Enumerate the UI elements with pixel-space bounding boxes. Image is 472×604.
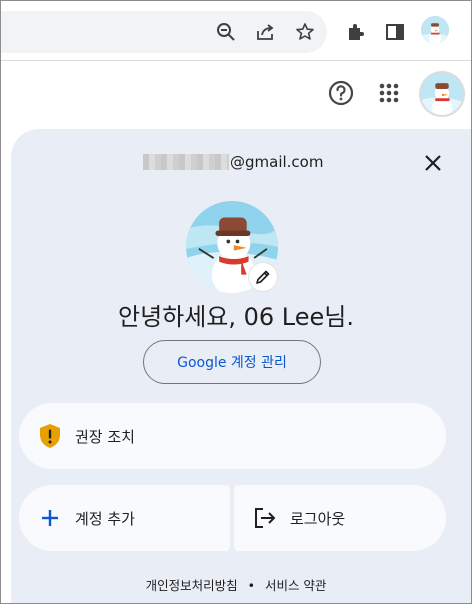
edit-photo-icon[interactable] — [249, 263, 277, 291]
help-icon[interactable] — [327, 79, 355, 107]
zoom-out-icon[interactable] — [212, 18, 240, 46]
add-account-label: 계정 추가 — [75, 509, 135, 528]
add-account-button[interactable]: 계정 추가 — [19, 485, 230, 551]
logout-button[interactable]: 로그아웃 — [234, 485, 446, 551]
snowman-avatar-image — [421, 73, 463, 115]
account-email: @gmail.com — [143, 153, 323, 171]
profile-avatar[interactable] — [421, 16, 449, 44]
extensions-icon[interactable] — [341, 18, 369, 46]
email-domain: @gmail.com — [230, 153, 324, 171]
star-icon[interactable] — [291, 18, 319, 46]
logout-label: 로그아웃 — [290, 509, 346, 528]
recommended-actions-button[interactable]: 권장 조치 — [19, 403, 446, 469]
browser-toolbar — [1, 1, 471, 61]
close-icon[interactable] — [419, 149, 447, 177]
email-username-redacted — [143, 154, 229, 170]
greeting-text: 안녕하세요, 06 Lee님. — [117, 303, 354, 331]
logout-icon — [252, 505, 278, 531]
warning-shield-icon — [37, 423, 63, 449]
manage-account-button[interactable]: Google 계정 관리 — [143, 340, 321, 384]
footer-separator: • — [247, 578, 255, 593]
privacy-policy-link[interactable]: 개인정보처리방침 — [146, 578, 238, 593]
share-icon[interactable] — [251, 18, 279, 46]
footer-links: 개인정보처리방침 • 서비스 약관 — [1, 575, 471, 594]
browser-window: @gmail.com 안녕하세요, 06 Lee님. Google 계정 관리 — [0, 0, 472, 604]
account-avatar[interactable] — [419, 71, 465, 117]
side-panel-icon[interactable] — [381, 18, 409, 46]
apps-grid-icon[interactable] — [375, 79, 403, 107]
plus-icon — [37, 505, 63, 531]
terms-of-service-link[interactable]: 서비스 약관 — [265, 578, 326, 593]
recommended-actions-label: 권장 조치 — [75, 427, 135, 446]
